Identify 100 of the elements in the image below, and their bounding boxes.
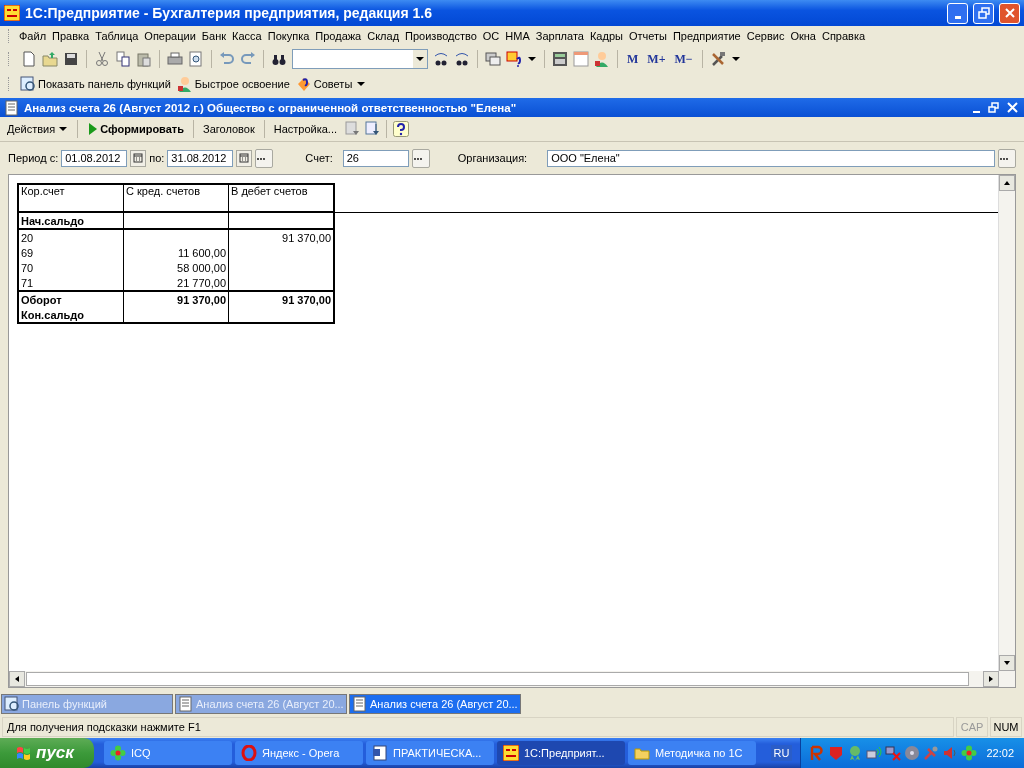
memory-button[interactable]: M+: [645, 51, 668, 67]
restore-button[interactable]: [973, 2, 994, 24]
menu-item[interactable]: Склад: [364, 30, 403, 42]
table-cell: 11 600,00: [123, 245, 229, 260]
scroll-left-button[interactable]: [9, 671, 25, 687]
search-combo-field[interactable]: [292, 49, 428, 69]
dropdown-caret-icon[interactable]: [415, 56, 425, 62]
menu-item[interactable]: Банк: [198, 30, 230, 42]
menu-item[interactable]: Окна: [787, 30, 819, 42]
menu-item[interactable]: Правка: [49, 30, 93, 42]
period-from-field[interactable]: 01.08.2012: [61, 149, 128, 167]
calendar-button[interactable]: [130, 149, 147, 167]
account-field[interactable]: 26: [342, 149, 409, 167]
start-button[interactable]: пуск: [0, 738, 94, 768]
toolbar-button[interactable]: Действия: [4, 119, 72, 139]
toolbar-button[interactable]: Сформировать: [84, 122, 187, 136]
menu-item[interactable]: Сервис: [743, 30, 788, 42]
organization-field[interactable]: ООО "Елена": [547, 149, 995, 167]
account-select-button[interactable]: [411, 148, 430, 168]
dropdown-button[interactable]: [413, 50, 427, 68]
toolbar-button[interactable]: Настройка...: [270, 123, 341, 135]
restore-button[interactable]: [986, 102, 1001, 113]
menu-item[interactable]: ОС: [479, 30, 503, 42]
period-select-button[interactable]: [255, 148, 274, 168]
menu-item[interactable]: Справка: [818, 30, 869, 42]
scroll-right-button[interactable]: [983, 671, 999, 687]
find-previous-icon[interactable]: [454, 51, 470, 67]
print-preview-icon[interactable]: [188, 51, 204, 67]
quick-bar-button[interactable]: Советы: [293, 76, 355, 92]
windows-icon[interactable]: [485, 51, 501, 67]
help-logo-icon[interactable]: [506, 51, 522, 67]
close-button[interactable]: [1005, 102, 1020, 113]
menu-item[interactable]: Отчеты: [625, 30, 670, 42]
calendar-button[interactable]: [236, 149, 253, 167]
menu-item[interactable]: Операции: [141, 30, 199, 42]
left-arrow-icon: [14, 675, 20, 683]
find-next-icon[interactable]: [433, 51, 449, 67]
close-button[interactable]: [999, 2, 1020, 24]
calculator-icon[interactable]: [552, 51, 568, 67]
up-arrow-icon: [1003, 180, 1011, 186]
caret-icon[interactable]: [356, 81, 367, 87]
menu-item[interactable]: Продажа: [312, 30, 365, 42]
quick-bar-button[interactable]: Показать панель функций: [18, 76, 173, 92]
organization-select-button[interactable]: [998, 148, 1016, 168]
menu-item[interactable]: Касса: [229, 30, 265, 42]
network-icon[interactable]: [866, 745, 883, 761]
memory-button[interactable]: M: [625, 51, 641, 67]
window-tab[interactable]: Анализ счета 26 (Август 20...: [349, 694, 521, 714]
taskbar-button[interactable]: ICQ: [104, 741, 232, 765]
taskbar-button[interactable]: ПРАКТИЧЕСКА...: [366, 741, 494, 765]
table-cell: 91 370,00: [228, 229, 334, 245]
column-header: Кор.счет: [18, 184, 124, 212]
document-title: Анализ счета 26 (Август 2012 г.) Общество с ограниченной ответственностью "Елена": [24, 101, 518, 114]
ellipsis-icon: [256, 155, 267, 161]
menu-item[interactable]: Производство: [402, 30, 480, 42]
new-document-icon[interactable]: [21, 51, 37, 67]
period-to-field[interactable]: 31.08.2012: [167, 149, 234, 167]
panel-search-icon: [4, 696, 20, 712]
key-indicator: NUM: [990, 717, 1022, 737]
memory-button[interactable]: M−: [672, 51, 695, 67]
panel-search-icon: [20, 76, 36, 92]
language-indicator[interactable]: RU: [770, 745, 793, 761]
caret-icon[interactable]: [527, 56, 537, 62]
copy-icon[interactable]: [115, 51, 131, 67]
menu-item[interactable]: Предприятие: [669, 30, 744, 42]
print-icon[interactable]: [167, 51, 183, 67]
toolbar-button[interactable]: Заголовок: [200, 123, 258, 135]
menu-item[interactable]: НМА: [502, 30, 533, 42]
tools-icon[interactable]: [709, 51, 726, 67]
network-error-icon[interactable]: [885, 745, 902, 761]
clock: 22:02: [986, 747, 1014, 759]
cut-icon[interactable]: [94, 51, 110, 67]
calendar-icon: [239, 153, 250, 163]
menu-item[interactable]: Таблица: [92, 30, 142, 42]
vertical-scrollbar[interactable]: [998, 175, 1015, 671]
menu-item[interactable]: Файл: [16, 30, 50, 42]
export-icon[interactable]: [344, 121, 361, 137]
scroll-down-button[interactable]: [999, 655, 1015, 671]
help-icon[interactable]: [393, 121, 410, 137]
menu-item[interactable]: Кадры: [586, 30, 626, 42]
caret-icon[interactable]: [58, 126, 69, 132]
taskbar-button[interactable]: Методичка по 1С: [628, 741, 756, 765]
period-to-label: по:: [149, 152, 165, 164]
menu-item[interactable]: Зарплата: [532, 30, 587, 42]
scroll-thumb[interactable]: [26, 672, 969, 686]
import-icon[interactable]: [364, 121, 381, 137]
disc-icon[interactable]: [904, 745, 921, 761]
quick-bar-button[interactable]: Быстрое освоение: [174, 76, 292, 92]
taskbar-button[interactable]: Яндекс - Opera: [235, 741, 363, 765]
paste-icon[interactable]: [136, 51, 152, 67]
app-logo-icon: [503, 745, 519, 761]
scroll-up-button[interactable]: [999, 175, 1015, 191]
person-icon: [176, 76, 193, 92]
horizontal-scrollbar[interactable]: [9, 671, 1015, 687]
minimize-button[interactable]: [947, 2, 968, 24]
caret-icon[interactable]: [730, 56, 741, 62]
save-icon[interactable]: [63, 51, 79, 67]
taskbar-button[interactable]: 1С:Предприят...: [497, 741, 625, 765]
windows-flag-icon: [16, 745, 33, 761]
menu-item[interactable]: Покупка: [264, 30, 313, 42]
